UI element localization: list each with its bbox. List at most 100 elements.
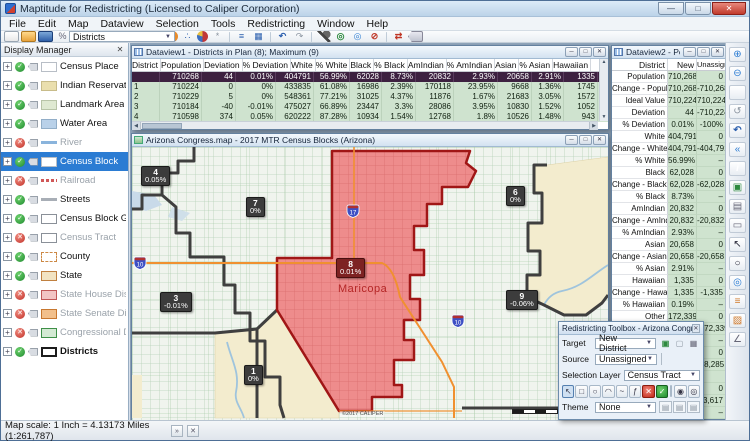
layer-row[interactable]: Districts	[1, 342, 128, 361]
expand-icon[interactable]	[3, 157, 12, 166]
layer-row[interactable]: Census Tract	[1, 228, 128, 247]
layer-visibility-icon[interactable]	[15, 214, 25, 224]
expand-icon[interactable]	[3, 290, 12, 299]
column-header[interactable]: Deviation	[204, 59, 242, 71]
layer-row[interactable]: Railroad	[1, 171, 128, 190]
layer-row[interactable]: Congressional Dist	[1, 323, 128, 342]
table-row[interactable]: 710268 44 0.01% 404791 56.99% 62028 8.73…	[132, 72, 608, 82]
clone-map-icon[interactable]: ▣	[729, 180, 746, 195]
pan-icon[interactable]	[729, 85, 746, 100]
table-row[interactable]: 2 710229 5 0% 548361 77.21% 31025 4.37% …	[132, 92, 608, 102]
undo-icon[interactable]: ↶	[275, 31, 290, 42]
cancel-selection-tool[interactable]: ✕	[642, 385, 654, 398]
expand-icon[interactable]	[3, 233, 12, 242]
expand-icon[interactable]	[3, 347, 12, 356]
scope-icon[interactable]: ◎	[350, 31, 365, 42]
scroll-left-icon[interactable]: ◀	[132, 122, 141, 130]
column-header[interactable]: Population	[161, 59, 204, 71]
select-zoom-icon[interactable]: ◎	[729, 275, 746, 290]
sep[interactable]	[386, 32, 387, 42]
column-header[interactable]: District	[612, 59, 668, 70]
info-icon[interactable]: i	[729, 161, 746, 176]
table-row[interactable]: % Hawaiian 0.19% –	[612, 299, 726, 311]
layer-visibility-icon[interactable]	[15, 271, 25, 281]
table-row[interactable]: % White 56.99% –	[612, 155, 726, 167]
minimize-icon[interactable]: ─	[565, 135, 578, 145]
select-lasso-icon[interactable]: ○	[729, 256, 746, 271]
legend-icon[interactable]: ≡	[729, 294, 746, 309]
expand-icon[interactable]	[3, 328, 12, 337]
close-icon[interactable]: ✕	[711, 47, 724, 57]
table-icon[interactable]: ▦	[251, 31, 266, 42]
pointer-tool[interactable]: ↖	[562, 385, 574, 398]
expand-icon[interactable]	[3, 119, 12, 128]
polyline-select-tool[interactable]: ~	[616, 385, 628, 398]
table-row[interactable]: 3 710184 -40 -0.01% 475027 66.89% 23447 …	[132, 102, 608, 112]
theme-combo[interactable]: None ▼	[595, 402, 656, 413]
expand-icon[interactable]	[3, 252, 12, 261]
column-header[interactable]: New	[668, 59, 697, 70]
sep[interactable]	[229, 32, 230, 42]
table-row[interactable]: Ideal Value 710,224 710,224	[612, 95, 726, 107]
table-row[interactable]: White 404,791 0	[612, 131, 726, 143]
layer-visibility-icon[interactable]	[15, 119, 25, 129]
layer-row[interactable]: Streets	[1, 190, 128, 209]
expand-icon[interactable]	[3, 100, 12, 109]
snapshot-icon[interactable]: ▨	[729, 313, 746, 328]
circle-select-tool[interactable]: ○	[589, 385, 601, 398]
rectangle-select-tool[interactable]: □	[575, 385, 587, 398]
zoom-window-tool[interactable]: ◎	[688, 385, 700, 398]
theme-report-icon[interactable]: ▤	[687, 401, 700, 413]
effects-icon[interactable]: *	[210, 31, 225, 42]
close-icon[interactable]: ✕	[593, 47, 606, 57]
expand-icon[interactable]	[3, 62, 12, 71]
minimize-icon[interactable]: ─	[565, 47, 578, 57]
close-status-icon[interactable]: ✕	[187, 425, 199, 437]
menu-item[interactable]: Tools	[205, 18, 242, 30]
layer-row[interactable]: County	[1, 247, 128, 266]
vertical-scrollbar[interactable]: ▲ ▼	[599, 59, 608, 121]
column-header[interactable]: % AmIndian	[447, 59, 495, 71]
erase-selection-icon[interactable]: ⊘	[367, 31, 382, 42]
table-row[interactable]: Asian 20,658 0	[612, 239, 726, 251]
table-row[interactable]: Change - AmIndian 20,832 -20,832	[612, 215, 726, 227]
column-header[interactable]: Asian	[495, 59, 519, 71]
menu-item[interactable]: Help	[361, 18, 395, 30]
layer-row[interactable]: Census Place	[1, 57, 128, 76]
table-row[interactable]: % Deviation 0.01% -100%	[612, 119, 726, 131]
table-row[interactable]: % Black 8.73% –	[612, 191, 726, 203]
dataview1-titlebar[interactable]: Dataview1 - Districts in Plan (8); Maxim…	[132, 46, 608, 59]
initial-view-icon[interactable]: «	[729, 142, 746, 157]
map-layers-icon[interactable]: ▤	[729, 199, 746, 214]
table-row[interactable]: Change - White 404,791 -404,791	[612, 143, 726, 155]
layer-visibility-icon[interactable]	[15, 62, 25, 72]
close-panel-icon[interactable]: ✕	[115, 45, 125, 54]
layer-visibility-icon[interactable]	[15, 290, 25, 300]
table-row[interactable]: 1 710224 0 0% 433835 61.08% 16986 2.39% …	[132, 82, 608, 92]
layer-visibility-icon[interactable]	[15, 81, 25, 91]
measure-icon[interactable]: ∠	[729, 332, 746, 347]
layer-visibility-icon[interactable]	[15, 157, 25, 167]
layer-visibility-icon[interactable]	[15, 347, 25, 357]
table-row[interactable]: % AmIndian 2.93% –	[612, 227, 726, 239]
table-row[interactable]: Change - Hawaiian 1,335 -1,335	[612, 287, 726, 299]
expand-icon[interactable]	[3, 176, 12, 185]
previous-scale-icon[interactable]: ↺	[729, 104, 746, 119]
thematic-map-icon[interactable]: ∴	[180, 31, 195, 42]
import-icon[interactable]: %	[55, 31, 70, 42]
column-header[interactable]: % Asian	[519, 59, 553, 71]
menu-item[interactable]: File	[3, 18, 32, 30]
sep[interactable]	[270, 32, 271, 42]
layer-row[interactable]: Indian Reservation	[1, 76, 128, 95]
layer-row[interactable]: Landmark Area	[1, 95, 128, 114]
zoom-in-icon[interactable]: ⊕	[729, 47, 746, 62]
table-row[interactable]: Population 710,268 0	[612, 71, 726, 83]
table-row[interactable]: Black 62,028 0	[612, 167, 726, 179]
copy-plan-icon[interactable]: ▦	[687, 337, 700, 349]
plan-combo[interactable]: Districts ▼	[69, 31, 175, 42]
layer-row[interactable]: State Senate Dist	[1, 304, 128, 323]
save-icon[interactable]	[38, 31, 53, 42]
column-header[interactable]: Hawaiian	[553, 59, 591, 71]
table-row[interactable]: Change - Asian 20,658 -20,658	[612, 251, 726, 263]
sep[interactable]	[311, 32, 312, 42]
